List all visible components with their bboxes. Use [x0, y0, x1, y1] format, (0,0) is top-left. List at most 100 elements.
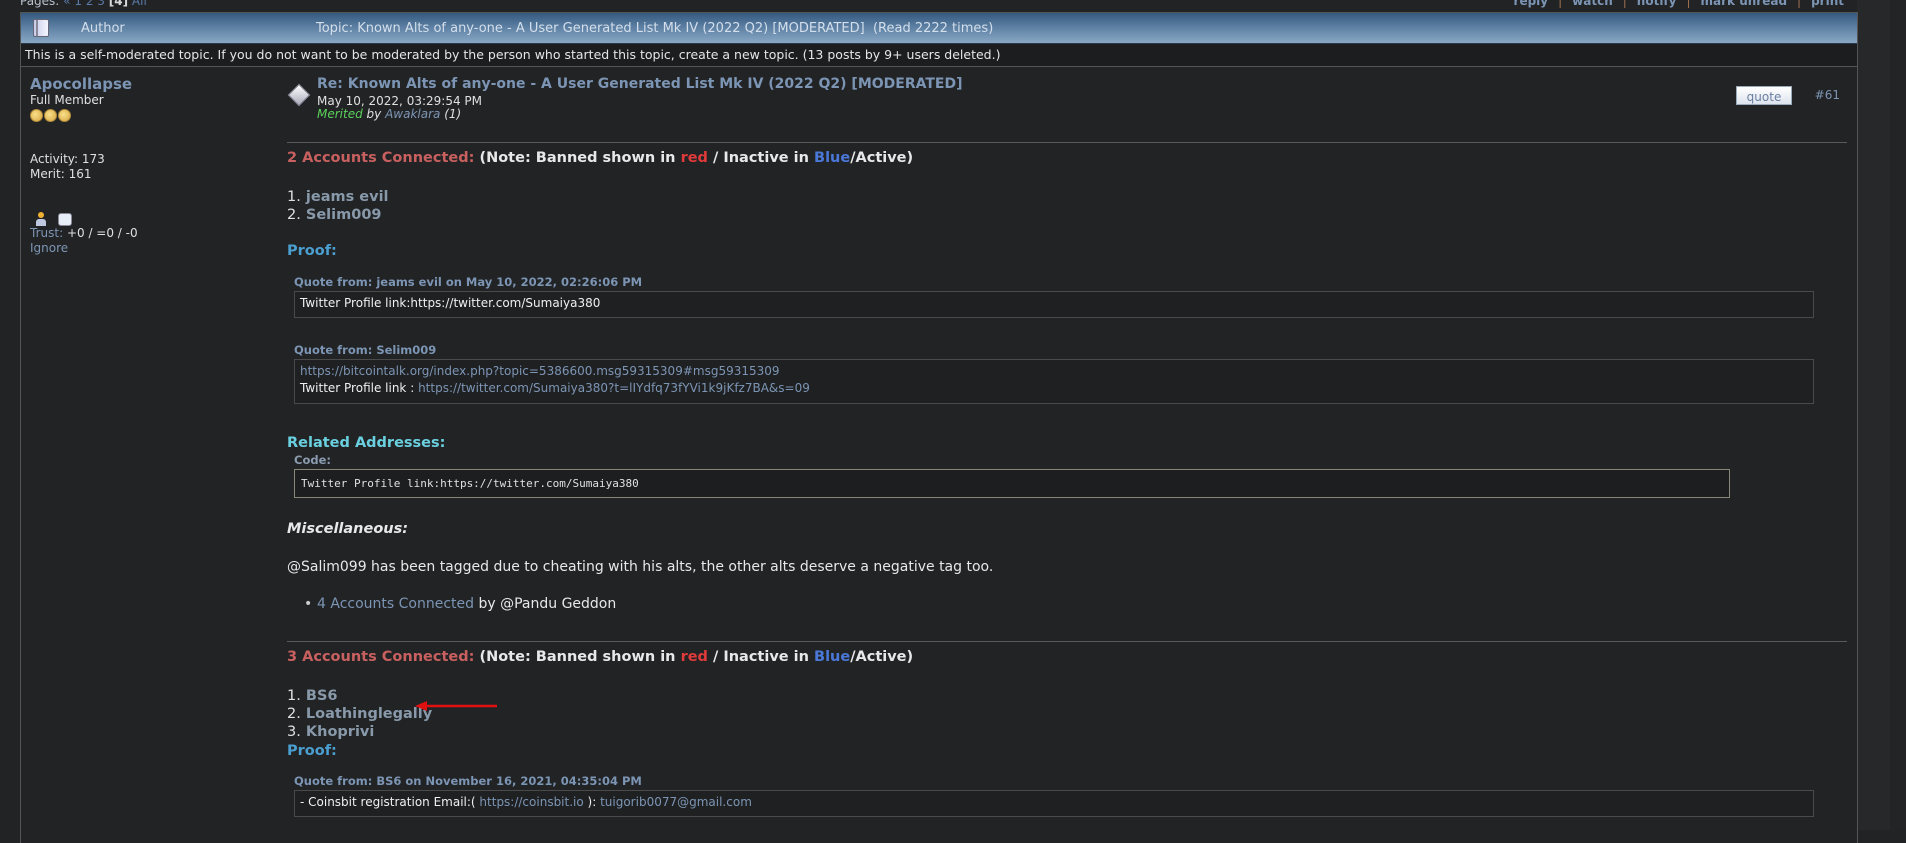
merit-line: Merited by Awaklara (1) — [317, 107, 461, 121]
note-prefix: (Note: Banned shown in — [479, 649, 681, 665]
profile-icon[interactable] — [36, 212, 48, 226]
twitter-link[interactable]: https://twitter.com/Sumaiya380?t=lIYdfq7… — [418, 381, 810, 395]
list-item: 2. Selim009 — [287, 206, 389, 224]
email-link[interactable]: tuigorib0077@gmail.com — [600, 795, 752, 809]
accounts-count: 3 Accounts Connected: — [287, 649, 475, 665]
proof-label: Proof: — [287, 243, 337, 259]
trust-link[interactable]: Trust: — [30, 226, 63, 240]
post-divider — [287, 142, 1847, 143]
note-mid: / Inactive in — [707, 150, 815, 166]
note-blue: Blue — [814, 150, 851, 166]
account-link[interactable]: Loathinglegally — [306, 706, 432, 722]
accounts-heading: 3 Accounts Connected: (Note: Banned show… — [287, 649, 913, 665]
topic-actions: reply | watch | notify | mark unread | print — [1514, 0, 1844, 8]
poster-info: Apocollapse Full Member Activity: 173 Me… — [30, 75, 310, 256]
poster-merit: Merit: 161 — [30, 167, 92, 181]
pagination: Pages: « 1 2 3 [4] All — [20, 0, 147, 8]
poster-name-link[interactable]: Apocollapse — [30, 75, 132, 93]
bitcointalk-link[interactable]: https://bitcointalk.org/index.php?topic=… — [300, 364, 780, 378]
merited-label: Merited — [317, 107, 363, 121]
code-block[interactable]: Twitter Profile link:https://twitter.com… — [294, 469, 1730, 498]
accounts-count: 2 Accounts Connected: — [287, 150, 475, 166]
quote-text: Twitter Profile link:https://twitter.com… — [300, 296, 601, 310]
document-icon — [33, 19, 49, 37]
notify-link[interactable]: notify — [1637, 0, 1677, 8]
topic-title: Topic: Known Alts of any-one - A User Ge… — [316, 20, 994, 36]
quote-button[interactable]: quote — [1736, 86, 1792, 105]
accounts-heading: 2 Accounts Connected: (Note: Banned show… — [287, 150, 913, 166]
post: Re: Known Alts of any-one - A User Gener… — [287, 75, 1850, 817]
list-number: 2. — [287, 706, 301, 722]
quote-header-link[interactable]: Quote from: jeams evil on May 10, 2022, … — [294, 275, 642, 289]
page-all-link[interactable]: All — [132, 0, 147, 8]
accounts-connected-link[interactable]: 4 Accounts Connected — [317, 596, 474, 612]
page-link-3[interactable]: 3 — [97, 0, 105, 8]
ignore-link[interactable]: Ignore — [30, 241, 68, 255]
coin-icon — [30, 109, 43, 122]
annotation-arrow-icon — [415, 701, 497, 711]
list-number: 1. — [287, 688, 301, 704]
merit-count: (1) — [444, 107, 462, 121]
bullet-suffix: by @Pandu Geddon — [474, 596, 617, 612]
account-link[interactable]: Khoprivi — [306, 724, 374, 740]
pages-label: Pages: — [20, 0, 60, 8]
quote-text: - Coinsbit registration Email:( — [300, 795, 480, 809]
note-suffix: /Active) — [850, 649, 914, 665]
separator: | — [1797, 0, 1802, 8]
current-page: [4] — [108, 0, 129, 8]
note-blue: Blue — [814, 649, 851, 665]
quote-header-link[interactable]: Quote from: BS6 on November 16, 2021, 04… — [294, 774, 642, 788]
separator: | — [1686, 0, 1691, 8]
trust-value: +0 / =0 / -0 — [66, 226, 138, 240]
coin-icon — [44, 109, 57, 122]
note-suffix: /Active) — [850, 150, 914, 166]
list-number: 3. — [287, 724, 301, 740]
topic-frame: Author Topic: Known Alts of any-one - A … — [20, 12, 1858, 843]
coinsbit-link[interactable]: https://coinsbit.io — [479, 795, 583, 809]
post-number-link[interactable]: #61 — [1815, 88, 1840, 102]
note-red: red — [680, 150, 708, 166]
account-link[interactable]: jeams evil — [306, 189, 389, 205]
page-link-1[interactable]: 1 — [74, 0, 82, 8]
personal-message-icon[interactable] — [58, 213, 72, 226]
section-divider — [287, 641, 1847, 642]
proof-label: Proof: — [287, 743, 337, 759]
topic-header-bar: Author Topic: Known Alts of any-one - A … — [21, 13, 1857, 44]
account-link[interactable]: Selim009 — [306, 207, 382, 223]
coin-icon — [58, 109, 71, 122]
account-list: 1. jeams evil 2. Selim009 — [287, 188, 389, 224]
list-item: 1. BS6 — [287, 687, 432, 705]
quote-box: https://bitcointalk.org/index.php?topic=… — [294, 359, 1814, 404]
list-item: 1. jeams evil — [287, 188, 389, 206]
mark-unread-link[interactable]: mark unread — [1701, 0, 1788, 8]
page-link-2[interactable]: 2 — [86, 0, 94, 8]
moderation-note: This is a self-moderated topic. If you d… — [21, 44, 1857, 67]
watch-link[interactable]: watch — [1572, 0, 1613, 8]
merit-user-link[interactable]: Awaklara — [385, 107, 440, 121]
note-red: red — [680, 649, 708, 665]
scrollbar-track[interactable] — [1890, 0, 1906, 830]
note-mid: / Inactive in — [707, 649, 815, 665]
quote-text: Twitter Profile link : — [300, 381, 419, 395]
account-list: 1. BS6 2. Loathinglegally 3. Khoprivi — [287, 687, 432, 741]
account-link[interactable]: BS6 — [306, 688, 338, 704]
misc-text: @Salim099 has been tagged due to cheatin… — [287, 559, 994, 575]
separator: | — [1622, 0, 1627, 8]
quote-box: - Coinsbit registration Email:( https://… — [294, 790, 1814, 817]
post-title-link[interactable]: Re: Known Alts of any-one - A User Gener… — [317, 76, 963, 92]
print-link[interactable]: print — [1811, 0, 1844, 8]
post-icon — [287, 83, 311, 107]
quote-text: ): — [583, 795, 601, 809]
separator: | — [1558, 0, 1563, 8]
post-header: Re: Known Alts of any-one - A User Gener… — [287, 75, 1850, 121]
reply-link[interactable]: reply — [1514, 0, 1549, 8]
rank-coins — [30, 109, 310, 122]
page-prev-link[interactable]: « — [63, 0, 70, 8]
miscellaneous-label: Miscellaneous: — [287, 521, 409, 537]
quote-header-link[interactable]: Quote from: Selim009 — [294, 343, 436, 357]
list-number: 1. — [287, 189, 301, 205]
list-item: 2. Loathinglegally — [287, 705, 432, 723]
poster-activity: Activity: 173 — [30, 152, 105, 166]
note-prefix: (Note: Banned shown in — [479, 150, 681, 166]
related-addresses-label: Related Addresses: — [287, 435, 446, 451]
